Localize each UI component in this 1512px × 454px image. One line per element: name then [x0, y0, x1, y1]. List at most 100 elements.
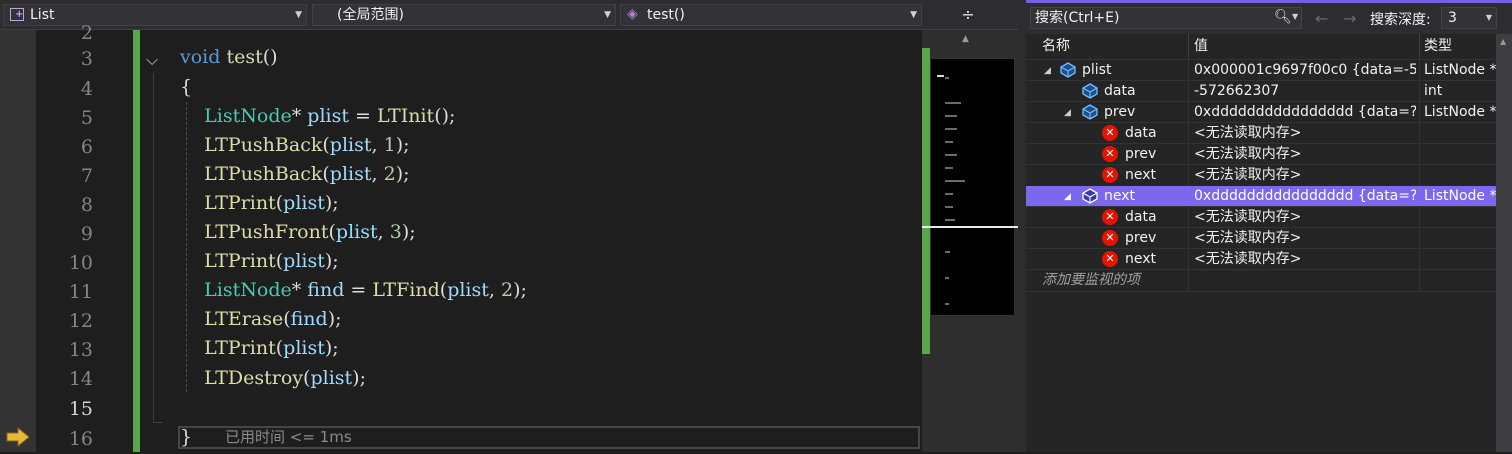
chevron-down-icon: ▼: [295, 10, 302, 20]
line-number: 12: [68, 310, 93, 332]
code-line: LTPushBack(plist, 1);: [204, 134, 410, 156]
row-value[interactable]: <无法读取内存>: [1194, 228, 1416, 249]
line-number: 10: [68, 252, 93, 274]
row-name: data: [1125, 125, 1157, 141]
code-line: }: [180, 426, 193, 448]
code-line: LTPrint(plist);: [204, 192, 339, 214]
chevron-down-icon: ▼: [910, 10, 917, 20]
line-number: 13: [68, 339, 93, 361]
line-number: 7: [80, 165, 93, 187]
indicator-margin[interactable]: [0, 30, 36, 452]
expanded-triangle-icon[interactable]: ◢: [1044, 61, 1051, 82]
line-number: 3: [80, 48, 93, 70]
watch-row[interactable]: ✕ data <无法读取内存>: [1026, 207, 1496, 228]
code-line: LTPrint(plist);: [204, 337, 339, 359]
perf-tip[interactable]: 已用时间 <= 1ms: [225, 426, 352, 449]
row-separator: [1026, 59, 1496, 60]
member-dropdown-label: test(): [647, 7, 685, 23]
search-depth-label: 搜索深度:: [1370, 12, 1431, 28]
search-previous-icon[interactable]: ←: [1315, 9, 1328, 28]
panel-splitter[interactable]: [1018, 0, 1026, 452]
row-type: [1424, 249, 1496, 270]
expanded-triangle-icon[interactable]: ◢: [1064, 187, 1071, 208]
map-scrollbar[interactable]: ▲: [922, 30, 1018, 452]
code-editor[interactable]: ⌵ void test() { ListNode* plist = LTInit…: [140, 30, 922, 452]
add-watch-row[interactable]: 添加要监视的项: [1026, 270, 1496, 291]
watch-scrollbar[interactable]: ▲: [1496, 34, 1512, 452]
row-name: prev: [1104, 104, 1136, 120]
column-header-type[interactable]: 类型: [1424, 34, 1496, 58]
row-value[interactable]: <无法读取内存>: [1194, 144, 1416, 165]
project-icon: [10, 5, 24, 25]
row-separator: [1026, 80, 1496, 81]
watch-search-input[interactable]: 搜索(Ctrl+E) 🔍︎ ▼: [1030, 7, 1302, 29]
line-number: 6: [80, 136, 93, 158]
field-icon: [1082, 83, 1098, 99]
line-number: 14: [68, 368, 93, 390]
scroll-up-icon[interactable]: ▲: [962, 34, 969, 44]
watch-row[interactable]: ✕ prev <无法读取内存>: [1026, 144, 1496, 165]
row-name: data: [1104, 83, 1136, 99]
code-line: LTPushBack(plist, 2);: [204, 163, 410, 185]
row-type: ListNode *: [1424, 188, 1496, 204]
watch-row[interactable]: ◢ prev 0xdddddddddddddddd {data=?... Lis…: [1026, 102, 1496, 123]
row-value[interactable]: <无法读取内存>: [1194, 207, 1416, 228]
search-depth-value: 3: [1448, 10, 1457, 26]
watch-row[interactable]: ✕ next <无法读取内存>: [1026, 249, 1496, 270]
search-depth-dropdown[interactable]: 3 ▼: [1441, 7, 1497, 29]
code-line: LTPrint(plist);: [204, 250, 339, 272]
current-position-marker: [922, 226, 1018, 228]
row-value[interactable]: 0xdddddddddddddddd {data=?...: [1194, 102, 1416, 123]
row-value[interactable]: 0x000001c9697f00c0 {data=-57...: [1194, 60, 1416, 81]
code-line: LTDestroy(plist);: [204, 367, 366, 389]
code-line: LTErase(find);: [204, 308, 342, 330]
watch-row[interactable]: ✕ prev <无法读取内存>: [1026, 228, 1496, 249]
column-header-value[interactable]: 值: [1194, 34, 1418, 58]
row-name: prev: [1125, 146, 1157, 162]
watch-row[interactable]: ✕ next <无法读取内存>: [1026, 165, 1496, 186]
row-value[interactable]: -572662307: [1194, 81, 1416, 102]
expanded-triangle-icon[interactable]: ◢: [1064, 103, 1071, 124]
row-separator: [1026, 122, 1496, 123]
row-separator: [1026, 291, 1496, 292]
row-type: [1424, 228, 1496, 249]
watch-row-selected[interactable]: ◢ next 0xdddddddddddddddd {data=?... Lis…: [1026, 186, 1496, 207]
row-value[interactable]: 0xdddddddddddddddd {data=?...: [1194, 186, 1416, 207]
search-next-icon[interactable]: →: [1343, 9, 1356, 28]
map-thumbnail[interactable]: [930, 58, 1015, 316]
code-line: void test(): [180, 46, 278, 68]
chevron-down-icon: ▼: [1485, 13, 1492, 22]
row-value[interactable]: <无法读取内存>: [1194, 123, 1416, 144]
scope-dropdown[interactable]: (全局范围) ▼: [312, 4, 616, 26]
search-placeholder: 搜索(Ctrl+E): [1035, 10, 1120, 26]
collapse-chevron-icon[interactable]: ⌵: [146, 50, 158, 70]
member-dropdown[interactable]: ◈ test() ▼: [620, 4, 922, 26]
line-number: 9: [80, 223, 93, 245]
code-line: ListNode* plist = LTInit();: [204, 105, 456, 127]
scroll-up-icon[interactable]: ▲: [1500, 37, 1506, 46]
line-number-margin: 2 3 4 5 6 7 8 9 10 11 12 13 14 15 16: [36, 22, 133, 452]
change-tracking-bar: [133, 30, 140, 452]
row-name: plist: [1082, 62, 1112, 78]
watch-row[interactable]: ✕ data <无法读取内存>: [1026, 123, 1496, 144]
method-icon: ◈: [627, 6, 638, 22]
chevron-down-icon: ▼: [604, 10, 611, 20]
search-icon[interactable]: 🔍︎: [1274, 9, 1292, 25]
row-value[interactable]: <无法读取内存>: [1194, 249, 1416, 270]
line-number: 4: [80, 78, 93, 100]
watch-row[interactable]: data -572662307 int: [1026, 81, 1496, 102]
object-icon: [1082, 188, 1098, 204]
row-name: next: [1125, 167, 1157, 183]
watch-row[interactable]: ◢ plist 0x000001c9697f00c0 {data=-57... …: [1026, 60, 1496, 81]
column-header-name[interactable]: 名称: [1042, 34, 1188, 58]
column-separator: [1188, 34, 1189, 58]
row-value[interactable]: <无法读取内存>: [1194, 165, 1416, 186]
watch-window: 搜索(Ctrl+E) 🔍︎ ▼ ← → 搜索深度: 3 ▼ 名称 值 类型 ◢ …: [1026, 0, 1512, 452]
chevron-down-icon[interactable]: ▼: [1292, 12, 1298, 21]
row-separator: [1026, 248, 1496, 249]
line-number: 11: [68, 281, 93, 303]
error-icon: ✕: [1102, 125, 1118, 141]
split-window-button[interactable]: ÷: [955, 4, 981, 26]
current-statement-arrow-icon: [6, 427, 30, 447]
outline-guide: [153, 73, 154, 423]
